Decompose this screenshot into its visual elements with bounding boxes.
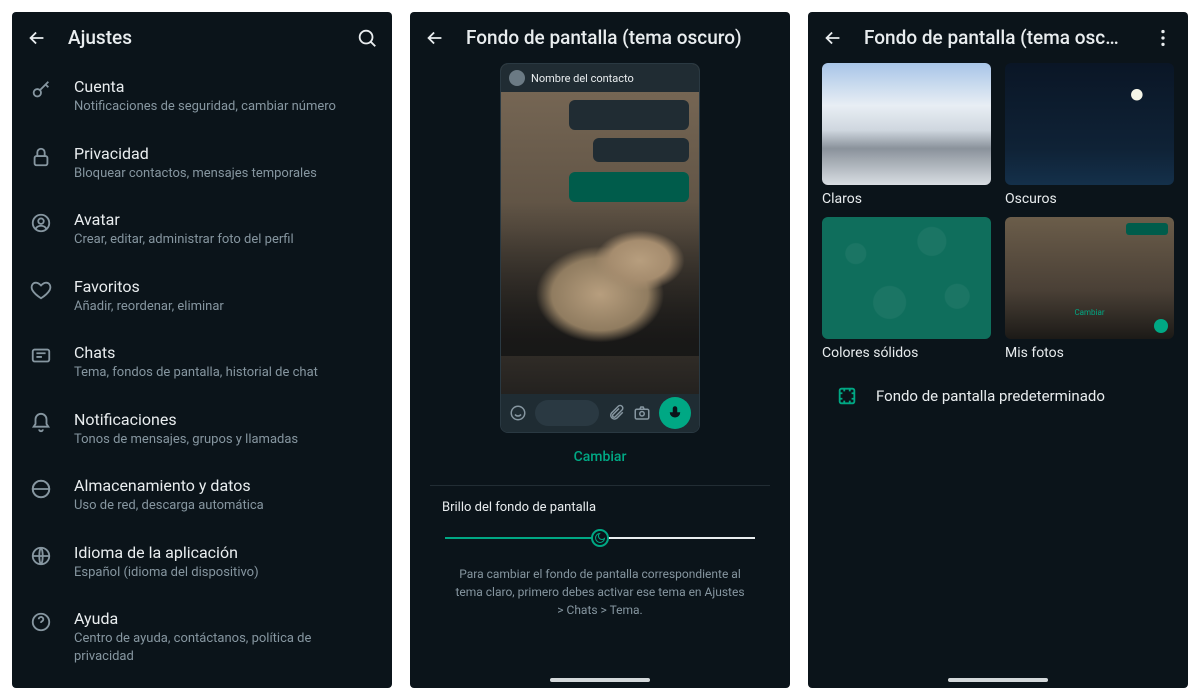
chat-icon [30,345,52,371]
topbar: Ajustes [12,12,392,63]
setting-privacy[interactable]: PrivacidadBloquear contactos, mensajes t… [12,130,392,197]
lock-icon [30,146,52,172]
chat-preview-header: Nombre del contacto [501,64,699,92]
setting-notifications[interactable]: NotificacionesTonos de mensajes, grupos … [12,396,392,463]
tile-solid-image [822,217,991,339]
globe-icon [30,545,52,571]
key-icon [30,79,52,105]
more-icon[interactable] [1152,27,1174,49]
chat-preview: Nombre del contacto [500,63,700,433]
topbar: Fondo de pantalla (tema oscuro) [410,12,790,63]
brightness-slider[interactable] [445,525,755,551]
tile-light-image [822,63,991,185]
incoming-bubble [569,100,689,130]
wallpaper-picker-screen: Fondo de pantalla (tema osc… Claros Oscu… [808,12,1188,688]
home-indicator [550,678,650,682]
heart-icon [30,279,52,305]
contact-name: Nombre del contacto [531,72,634,85]
topbar: Fondo de pantalla (tema osc… [808,12,1188,63]
avatar-icon [30,212,52,238]
tile-myphotos-image: Cambiar [1005,217,1174,339]
setting-account[interactable]: CuentaNotificaciones de seguridad, cambi… [12,63,392,130]
camera-icon [633,404,651,422]
search-icon[interactable] [356,27,378,49]
wallpaper-preview-screen: Fondo de pantalla (tema oscuro) Nombre d… [410,12,790,688]
back-icon[interactable] [424,27,446,49]
back-icon[interactable] [26,27,48,49]
wallpaper-image [501,202,699,356]
tile-dark[interactable]: Oscuros [1005,63,1174,207]
message-field [535,400,599,426]
back-icon[interactable] [822,27,844,49]
settings-list: CuentaNotificaciones de seguridad, cambi… [12,63,392,688]
bell-icon [30,412,52,438]
default-wallpaper-label: Fondo de pantalla predeterminado [876,387,1105,405]
wallpaper-grid: Claros Oscuros Colores sólidos Cambiar M… [808,63,1188,361]
attach-icon [607,404,625,422]
tile-my-photos[interactable]: Cambiar Mis fotos [1005,217,1174,361]
data-icon [30,478,52,504]
settings-screen: Ajustes CuentaNotificaciones de segurida… [12,12,392,688]
wallpaper-hint: Para cambiar el fondo de pantalla corres… [430,551,770,619]
wallpaper-default-icon [836,385,858,407]
setting-avatar[interactable]: AvatarCrear, editar, administrar foto de… [12,196,392,263]
wallpaper-picker-title: Fondo de pantalla (tema osc… [864,26,1132,49]
wallpaper-title: Fondo de pantalla (tema oscuro) [466,26,776,49]
emoji-icon [509,404,527,422]
setting-chats[interactable]: ChatsTema, fondos de pantalla, historial… [12,329,392,396]
brightness-label: Brillo del fondo de pantalla [430,500,770,515]
setting-favorites[interactable]: FavoritosAñadir, reordenar, eliminar [12,263,392,330]
setting-invite[interactable]: Invitar amigos [12,679,392,688]
help-icon [30,611,52,637]
slider-thumb[interactable] [591,529,609,547]
change-wallpaper-button[interactable]: Cambiar [574,433,627,481]
contact-avatar [509,70,525,86]
tile-solid-colors[interactable]: Colores sólidos [822,217,991,361]
wallpaper-preview: Nombre del contacto Cambiar Brillo del f… [410,63,790,619]
divider [430,485,770,486]
outgoing-bubble [569,172,689,202]
default-wallpaper-button[interactable]: Fondo de pantalla predeterminado [808,361,1188,407]
mic-button [659,397,691,429]
setting-language[interactable]: Idioma de la aplicaciónEspañol (idioma d… [12,529,392,596]
tile-dark-image [1005,63,1174,185]
incoming-bubble [593,138,689,162]
home-indicator [948,678,1048,682]
settings-title: Ajustes [68,26,336,49]
tile-light[interactable]: Claros [822,63,991,207]
setting-help[interactable]: AyudaCentro de ayuda, contáctanos, polít… [12,595,392,679]
chat-input-bar [501,394,699,432]
setting-storage[interactable]: Almacenamiento y datosUso de red, descar… [12,462,392,529]
